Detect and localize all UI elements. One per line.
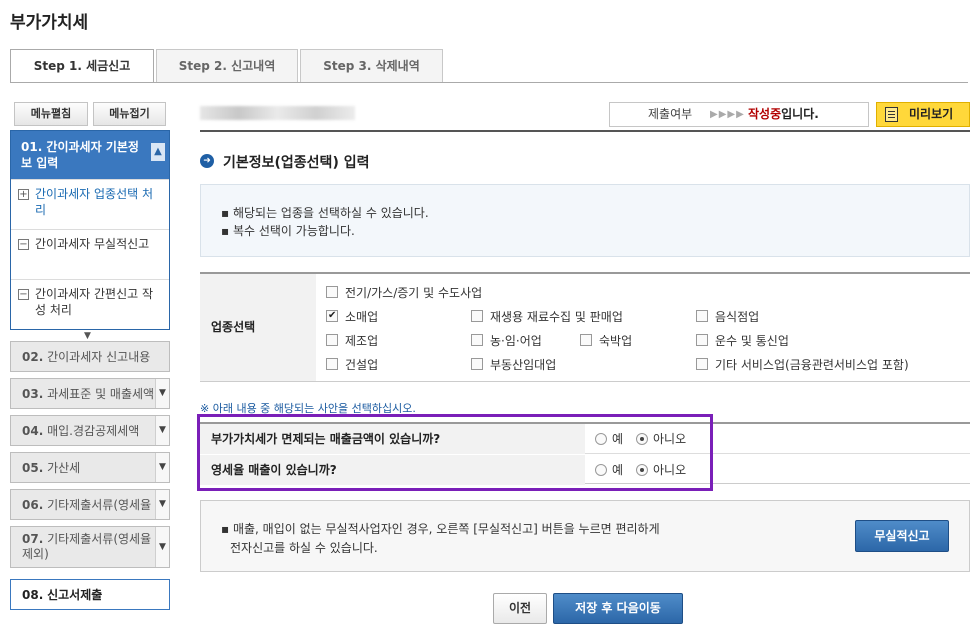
- sidebar-item-label: 간이과세자 업종선택 처리: [35, 187, 154, 217]
- checkbox[interactable]: [326, 358, 338, 370]
- menu-number: 05.: [22, 461, 44, 475]
- menu-number: 07.: [22, 532, 44, 546]
- preview-label: 미리보기: [909, 107, 954, 121]
- menu-label: 기타제출서류(영세율: [47, 498, 152, 512]
- checkbox[interactable]: [696, 334, 708, 346]
- checkbox[interactable]: [471, 310, 483, 322]
- industry-option[interactable]: 소매업: [326, 309, 378, 324]
- save-next-button[interactable]: 저장 후 다음이동: [553, 593, 683, 624]
- status-value-rest: 입니다.: [781, 107, 819, 121]
- industry-option[interactable]: 기타 서비스업(금융관련서비스업 포함): [696, 358, 909, 372]
- info-line: ▪ 복수 선택이 가능합니다.: [221, 222, 355, 239]
- industry-option[interactable]: 음식점업: [696, 310, 759, 324]
- status-label: 제출여부: [648, 107, 693, 121]
- sidebar-item-03[interactable]: 03. 과세표준 및 매출세액 ▼: [10, 378, 170, 409]
- sidebar-item-label: 간이과세자 간편신고 작성 처리: [35, 287, 154, 317]
- page-title: 부가가치세: [10, 13, 89, 33]
- main-divider: [200, 130, 970, 132]
- tab-step3[interactable]: Step 3. 삭제내역: [300, 49, 443, 82]
- blurred-user-info: [200, 106, 355, 120]
- info-box: ▪ 해당되는 업종을 선택하실 수 있습니다. ▪ 복수 선택이 가능합니다.: [200, 184, 970, 257]
- menu-label: 매입.경감공제세액: [47, 424, 140, 438]
- industry-option[interactable]: 재생용 재료수집 및 판매업: [471, 310, 623, 324]
- checkbox-checked[interactable]: [326, 309, 338, 323]
- bullet-icon: ▪: [221, 522, 233, 536]
- menu-number: 06.: [22, 498, 44, 512]
- chevron-down-icon[interactable]: ▼: [155, 527, 169, 567]
- menu-expand-button[interactable]: 메뉴펼침: [14, 102, 88, 126]
- menu-label: 과세표준 및 매출세액: [47, 387, 155, 401]
- sidebar-section-header[interactable]: 01. 간이과세자 기본정보 입력 ▲: [11, 131, 169, 179]
- status-value: 작성중입니다.: [748, 103, 819, 126]
- checkbox[interactable]: [471, 358, 483, 370]
- sidebar-item-07[interactable]: 07. 기타제출서류(영세율 제외) ▼: [10, 526, 170, 568]
- chevron-down-icon[interactable]: ▼: [155, 416, 169, 445]
- industry-option[interactable]: 농·임·어업: [471, 334, 542, 348]
- industry-table: 업종선택 전기/가스/증기 및 수도사업 소매업 재생용 재료수집 및 판매업 …: [200, 272, 970, 382]
- section-title: 기본정보(업종선택) 입력: [223, 155, 370, 171]
- plus-box-icon: +: [18, 189, 29, 200]
- info-text: 복수 선택이 가능합니다.: [232, 224, 355, 238]
- menu-number: 08.: [22, 588, 44, 602]
- industry-option[interactable]: 숙박업: [580, 334, 632, 348]
- arrow-circle-icon: ➜: [200, 154, 214, 168]
- chevron-down-icon[interactable]: ▼: [155, 379, 169, 408]
- chevron-down-icon[interactable]: ▼: [155, 453, 169, 482]
- chevron-down-icon[interactable]: ▼: [155, 490, 169, 519]
- no-performance-button[interactable]: 무실적신고: [855, 520, 949, 552]
- menu-label: 가산세: [47, 461, 81, 475]
- checkbox[interactable]: [696, 358, 708, 370]
- sidebar-item-label: 간이과세자 무실적신고: [35, 237, 150, 251]
- highlight-box: [197, 414, 713, 491]
- menu-label: 간이과세자 신고내용: [47, 350, 151, 364]
- minus-box-icon: −: [18, 239, 29, 250]
- sidebar-item-08[interactable]: 08. 신고서제출: [10, 579, 170, 610]
- industry-option[interactable]: 전기/가스/증기 및 수도사업: [326, 286, 482, 300]
- sidebar-item-simple-report[interactable]: − 간이과세자 간편신고 작성 처리: [11, 279, 169, 329]
- checkbox[interactable]: [471, 334, 483, 346]
- tab-step2[interactable]: Step 2. 신고내역: [156, 49, 298, 82]
- submission-status: 제출여부 ▶▶▶▶ 작성중입니다.: [609, 102, 869, 127]
- checkbox[interactable]: [696, 310, 708, 322]
- sidebar-item-05[interactable]: 05. 가산세 ▼: [10, 452, 170, 483]
- checkbox[interactable]: [326, 334, 338, 346]
- sidebar-section-label: 01. 간이과세자 기본정보 입력: [21, 140, 139, 170]
- info-line: ▪ 해당되는 업종을 선택하실 수 있습니다.: [221, 204, 429, 221]
- status-value-highlight: 작성중: [748, 107, 782, 121]
- sidebar-item-06[interactable]: 06. 기타제출서류(영세율 ▼: [10, 489, 170, 520]
- sidebar-active-section: 01. 간이과세자 기본정보 입력 ▲ + 간이과세자 업종선택 처리 − 간이…: [10, 130, 170, 330]
- checkbox[interactable]: [326, 286, 338, 298]
- menu-number: 02.: [22, 350, 44, 364]
- preview-button[interactable]: 미리보기: [876, 102, 970, 127]
- document-icon: [885, 107, 898, 122]
- sidebar-item-04[interactable]: 04. 매입.경감공제세액 ▼: [10, 415, 170, 446]
- no-performance-text: 매출, 매입이 없는 무실적사업자인 경우, 오른쪽 [무실적신고] 버튼을 누…: [232, 522, 660, 536]
- no-performance-text: 전자신고를 하실 수 있습니다.: [230, 541, 378, 555]
- industry-option[interactable]: 부동산임대업: [471, 358, 556, 372]
- industry-option[interactable]: 운수 및 통신업: [696, 334, 789, 348]
- info-text: 해당되는 업종을 선택하실 수 있습니다.: [232, 206, 429, 220]
- no-performance-line: ▪ 매출, 매입이 없는 무실적사업자인 경우, 오른쪽 [무실적신고] 버튼을…: [221, 520, 660, 537]
- checkbox[interactable]: [580, 334, 592, 346]
- tab-step1[interactable]: Step 1. 세금신고: [10, 49, 154, 83]
- menu-collapse-button[interactable]: 메뉴접기: [93, 102, 166, 126]
- industry-option[interactable]: 건설업: [326, 358, 378, 372]
- sidebar-item-industry-select[interactable]: + 간이과세자 업종선택 처리: [11, 179, 169, 229]
- sidebar-item-no-performance[interactable]: − 간이과세자 무실적신고: [11, 229, 169, 279]
- bullet-icon: ▪: [221, 206, 233, 220]
- industry-label: 업종선택: [200, 274, 316, 381]
- minus-box-icon: −: [18, 289, 29, 300]
- industry-option[interactable]: 제조업: [326, 334, 378, 348]
- menu-label: 신고서제출: [47, 588, 103, 602]
- sidebar-item-02[interactable]: 02. 간이과세자 신고내용: [10, 341, 170, 372]
- tab-divider: [10, 82, 968, 83]
- down-arrow-icon: ▼: [84, 331, 91, 341]
- menu-number: 04.: [22, 424, 44, 438]
- chevron-up-icon[interactable]: ▲: [151, 143, 165, 161]
- arrows-icon: ▶▶▶▶: [710, 109, 745, 120]
- prev-button[interactable]: 이전: [493, 593, 547, 624]
- bullet-icon: ▪: [221, 224, 233, 238]
- menu-number: 03.: [22, 387, 44, 401]
